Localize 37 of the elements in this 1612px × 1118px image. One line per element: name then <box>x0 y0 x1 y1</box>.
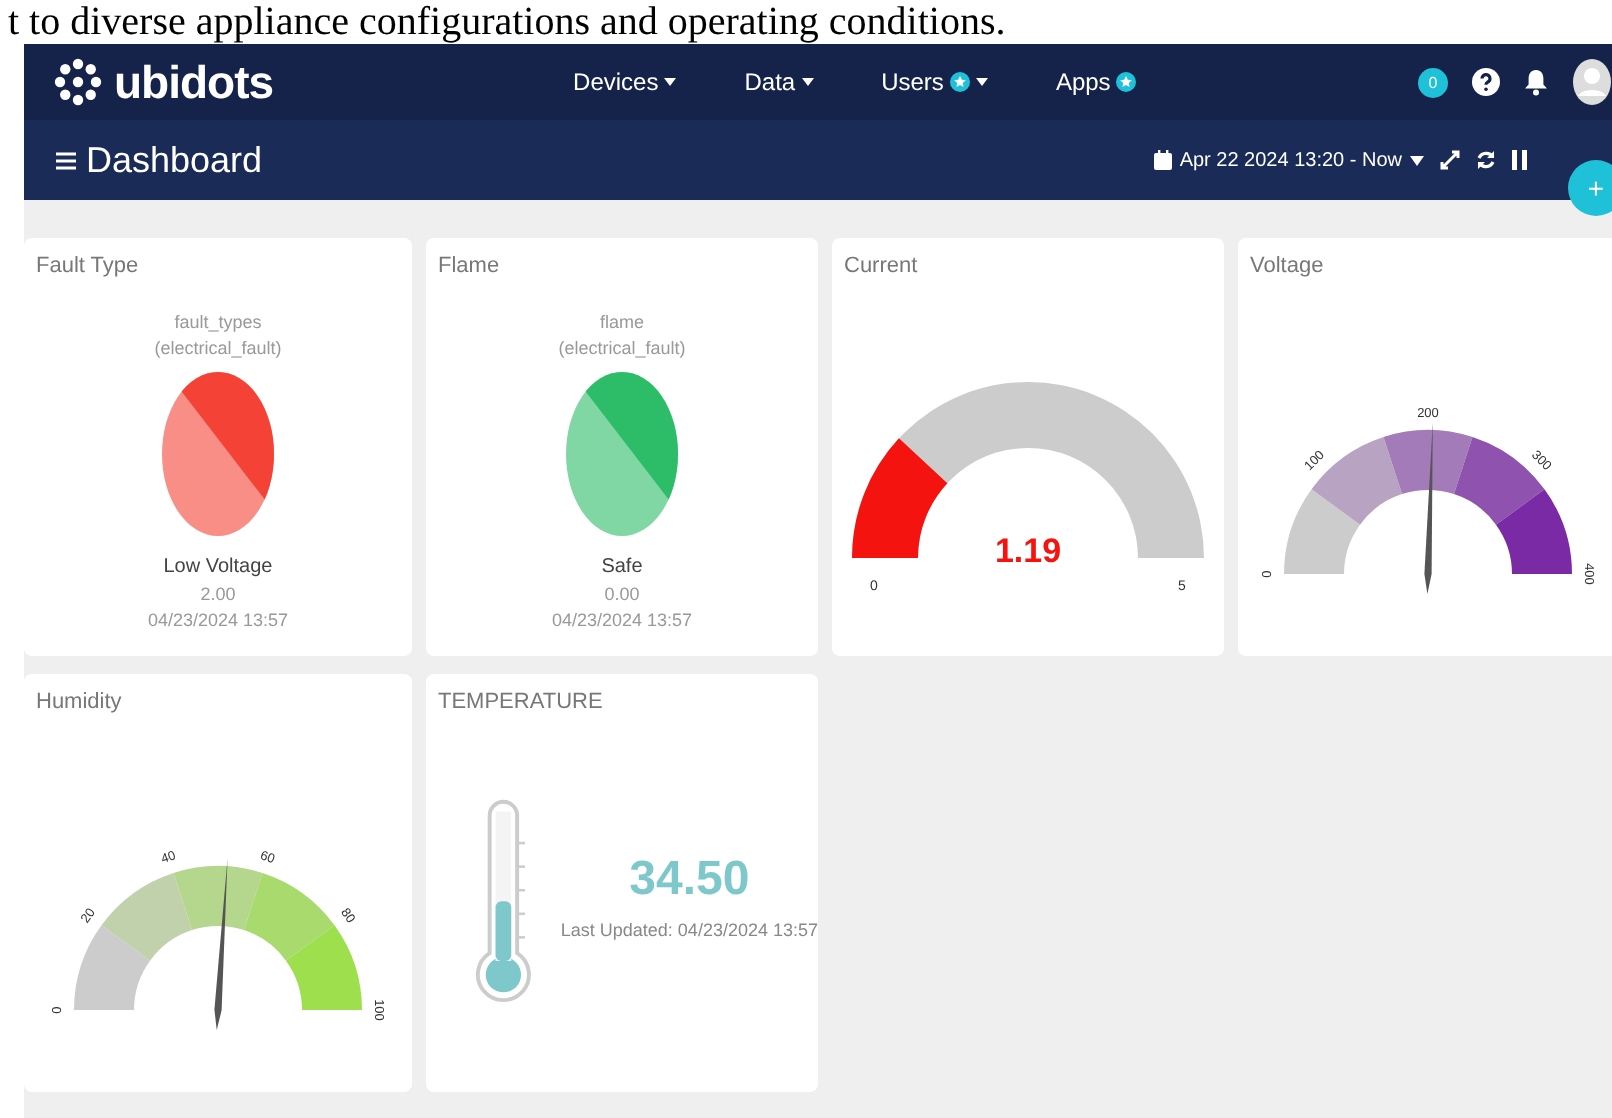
logo-text: ubidots <box>114 55 274 109</box>
device-name: (electrical_fault) <box>558 336 686 362</box>
nav-menu-item[interactable]: Users <box>881 68 988 96</box>
value-text: 2.00 <box>200 582 236 608</box>
help-icon[interactable] <box>1472 68 1500 96</box>
calendar-icon <box>1153 150 1172 170</box>
widget-title: TEMPERATURE <box>436 688 605 714</box>
last-updated-text: Last Updated: 04/23/2024 13:57 <box>560 920 818 940</box>
nav-menu-item[interactable]: Apps <box>1055 68 1137 96</box>
expand-icon[interactable] <box>1440 150 1460 170</box>
state-label: Safe <box>601 554 643 582</box>
variable-name: flame <box>599 310 644 336</box>
caption-text: t to diverse appliance configurations and operating conditions. <box>8 0 1006 44</box>
widget-title: Fault Type <box>34 252 141 278</box>
device-name: (electrical_fault) <box>154 336 282 362</box>
timestamp: 04/23/2024 13:57 <box>147 608 289 634</box>
state-label: Low Voltage <box>163 554 273 582</box>
date-range-picker[interactable]: Apr 22 2024 13:20 - Now <box>1179 149 1402 171</box>
value-text: 0.00 <box>604 582 640 608</box>
menu-icon[interactable] <box>56 151 76 169</box>
timestamp: 04/23/2024 13:57 <box>551 608 693 634</box>
bell-icon[interactable] <box>1524 68 1548 96</box>
nav-menu-item[interactable]: Devices <box>573 68 677 96</box>
widget-title: Flame <box>436 252 502 278</box>
gauge-value: 1.19 <box>994 532 1062 570</box>
nav-menu-item[interactable]: Data <box>744 68 814 96</box>
avatar-icon[interactable] <box>1572 58 1612 106</box>
widget-title: Current <box>842 252 920 278</box>
pause-icon[interactable] <box>1512 150 1528 170</box>
temperature-value: 34.50 <box>629 852 750 908</box>
widget-title: Voltage <box>1248 252 1326 278</box>
logo-icon <box>52 56 104 108</box>
caret-icon[interactable] <box>1410 155 1424 165</box>
widget-title: Humidity <box>34 688 124 714</box>
refresh-icon[interactable] <box>1476 150 1496 170</box>
page-title: Dashboard <box>86 139 263 181</box>
variable-name: fault_types <box>174 310 262 336</box>
